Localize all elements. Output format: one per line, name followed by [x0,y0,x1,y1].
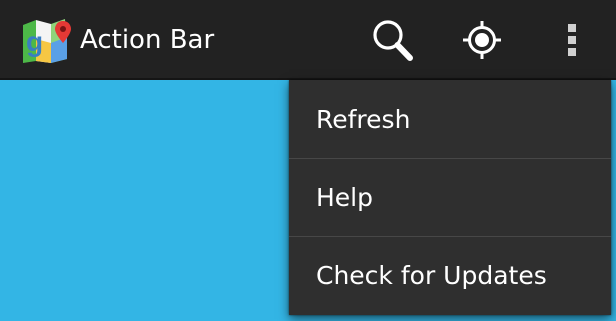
action-bar: g Action Bar [0,0,616,80]
svg-text:g: g [26,26,43,57]
overflow-menu-button[interactable] [536,0,608,80]
menu-item-help[interactable]: Help [289,158,611,236]
my-location-icon [463,21,501,59]
menu-item-check-for-updates[interactable]: Check for Updates [289,236,611,314]
search-button[interactable] [356,0,428,80]
app-title: Action Bar [80,25,215,55]
overflow-menu-icon [568,24,576,56]
search-icon [373,20,413,61]
overflow-menu: Refresh Help Check for Updates [289,80,611,315]
my-location-button[interactable] [446,0,518,80]
menu-item-refresh[interactable]: Refresh [289,80,611,158]
maps-app-icon[interactable]: g [21,17,73,65]
